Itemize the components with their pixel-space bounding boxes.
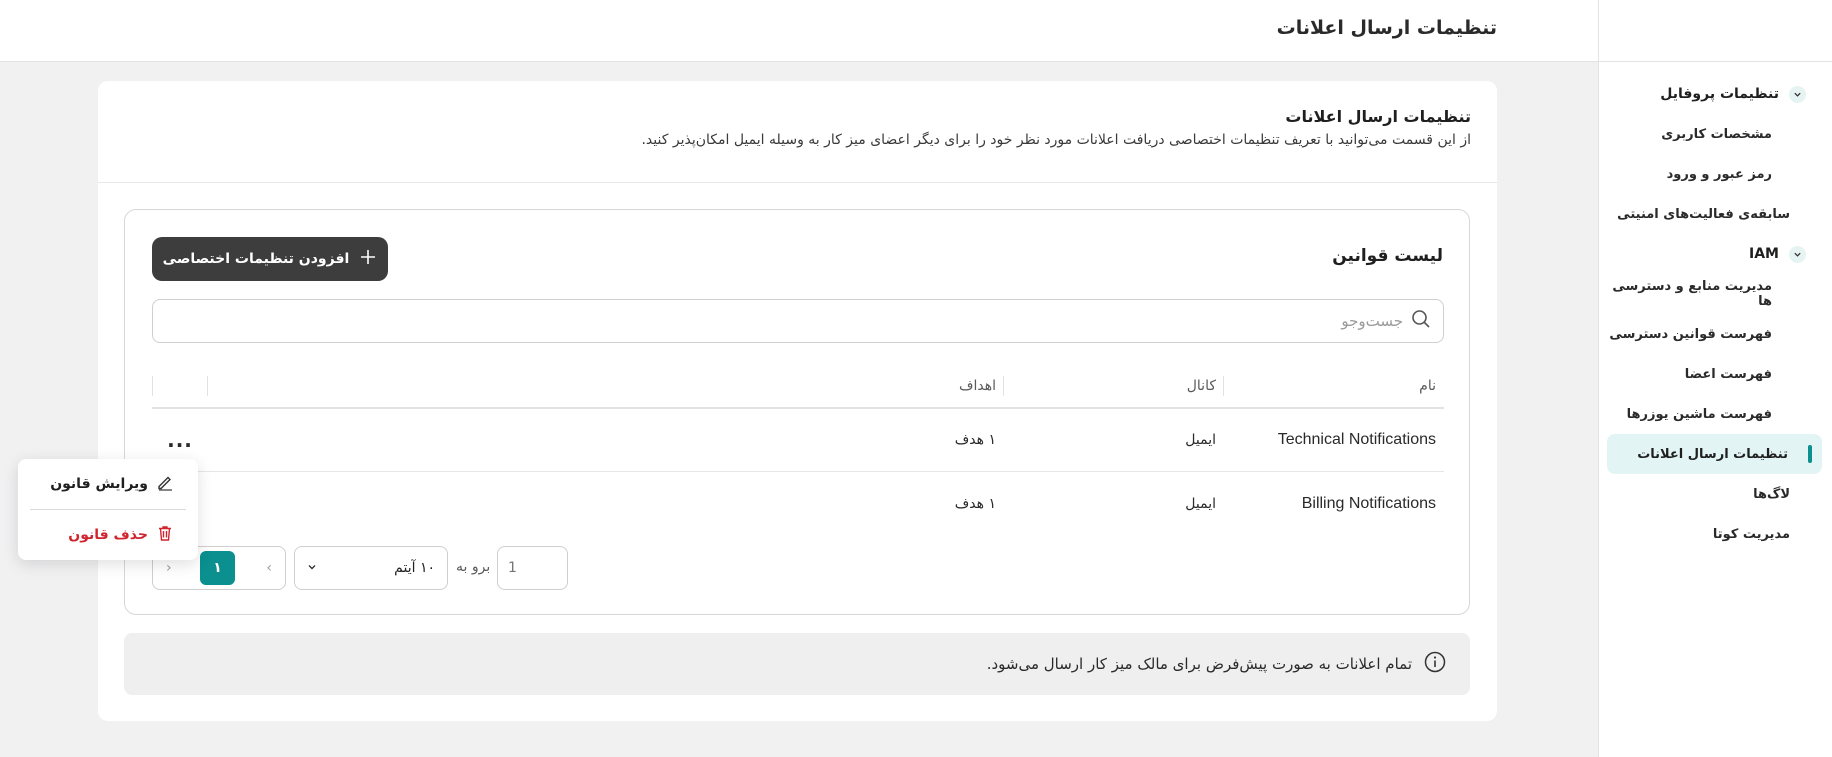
info-icon: [1424, 651, 1446, 677]
sidebar-item-security-history[interactable]: سابقه‌ی فعالیت‌های امنیتی: [1599, 194, 1832, 234]
chevron-down-icon: [1789, 245, 1806, 263]
rules-list-title: لیست قوانین: [1332, 246, 1443, 266]
column-divider: [207, 376, 208, 396]
chevron-down-icon: [307, 560, 317, 576]
add-custom-setting-label: افزودن تنظیمات اختصاصی: [162, 251, 350, 267]
search-icon: [1411, 309, 1431, 333]
sidebar-group-iam[interactable]: IAM: [1599, 234, 1832, 274]
sidebar-group-label: IAM: [1749, 246, 1779, 262]
current-page-button[interactable]: ۱: [200, 551, 235, 585]
sidebar-item-user-info[interactable]: مشخصات کاربری: [1599, 114, 1832, 154]
edit-icon: [156, 473, 174, 495]
column-header-name[interactable]: نام: [1224, 378, 1444, 394]
row-context-menu: ویرایش قانون حذف قانون: [18, 459, 198, 560]
goto-page-input[interactable]: [498, 547, 567, 589]
sidebar-group-label: تنظیمات پروفایل: [1660, 86, 1779, 102]
rules-list-panel: لیست قوانین افزودن تنظیمات اختصاصی نام ک…: [124, 209, 1470, 615]
column-header-targets[interactable]: اهداف: [208, 378, 1004, 394]
more-icon[interactable]: ...: [167, 430, 193, 450]
sidebar-item-members[interactable]: فهرست اعضا: [1599, 354, 1832, 394]
column-header-channel[interactable]: کانال: [1004, 378, 1224, 394]
rule-targets: ۱ هدف: [954, 495, 996, 512]
sidebar: تنظیمات پروفایل مشخصات کاربری رمز عبور و…: [1598, 0, 1832, 757]
rule-targets: ۱ هدف: [954, 432, 996, 448]
table-row[interactable]: Billing Notifications ایمیل ۱ هدف: [152, 472, 1444, 535]
delete-rule-menu-item[interactable]: حذف قانون: [30, 510, 186, 560]
rule-name: Billing Notifications: [1301, 494, 1436, 512]
edit-rule-menu-item[interactable]: ویرایش قانون: [30, 459, 186, 509]
table-header: نام کانال اهداف: [152, 365, 1444, 409]
delete-rule-label: حذف قانون: [68, 527, 148, 543]
search-input[interactable]: [153, 300, 1403, 342]
rule-name: Technical Notifications: [1277, 431, 1436, 448]
info-text: تمام اعلانات به صورت پیش‌فرض برای مالک م…: [986, 655, 1412, 673]
rule-channel: ایمیل: [1185, 432, 1216, 448]
rules-table: نام کانال اهداف Technical Notifications …: [152, 365, 1444, 535]
pagination: › ‹ ۱ ۱۰ آیتم برو به: [152, 546, 572, 590]
sidebar-item-resources[interactable]: مدیریت منابع و دسترسی ها: [1599, 274, 1832, 314]
goto-page-label: برو به: [456, 559, 491, 575]
sidebar-item-access-rules[interactable]: فهرست قوانین دسترسی: [1599, 314, 1832, 354]
sidebar-item-quota[interactable]: مدیریت کوتا: [1599, 514, 1832, 554]
sidebar-item-password[interactable]: رمز عبور و ورود: [1599, 154, 1832, 194]
sidebar-item-logs[interactable]: لاگ‌ها: [1599, 474, 1832, 514]
top-header: تنظیمات ارسال اعلانات: [0, 0, 1598, 62]
column-divider: [1003, 376, 1004, 396]
page-size-select[interactable]: ۱۰ آیتم: [294, 546, 448, 590]
prev-page-button[interactable]: ‹: [266, 560, 272, 576]
add-custom-setting-button[interactable]: افزودن تنظیمات اختصاصی: [152, 237, 388, 281]
column-divider: [152, 376, 153, 396]
card-header: تنظیمات ارسال اعلانات از این قسمت می‌توا…: [98, 81, 1497, 183]
sidebar-header: [1599, 0, 1832, 62]
edit-rule-label: ویرایش قانون: [50, 476, 148, 492]
sidebar-item-machine-users[interactable]: فهرست ماشین یوزرها: [1599, 394, 1832, 434]
sidebar-nav: تنظیمات پروفایل مشخصات کاربری رمز عبور و…: [1599, 62, 1832, 554]
search-box: [152, 299, 1444, 343]
page-size-value: ۱۰ آیتم: [394, 560, 435, 576]
sidebar-item-notification-settings[interactable]: تنظیمات ارسال اعلانات: [1607, 434, 1822, 474]
next-page-button[interactable]: ›: [166, 560, 172, 576]
sidebar-group-profile[interactable]: تنظیمات پروفایل: [1599, 74, 1832, 114]
notification-settings-card: تنظیمات ارسال اعلانات از این قسمت می‌توا…: [98, 81, 1497, 721]
trash-icon: [156, 524, 174, 546]
info-banner: تمام اعلانات به صورت پیش‌فرض برای مالک م…: [124, 633, 1470, 695]
rule-channel: ایمیل: [1185, 495, 1216, 512]
plus-icon: [359, 248, 377, 270]
card-title: تنظیمات ارسال اعلانات: [1285, 107, 1471, 126]
goto-page-box: [497, 546, 568, 590]
chevron-down-icon: [1789, 85, 1806, 103]
table-row[interactable]: Technical Notifications ایمیل ۱ هدف ...: [152, 409, 1444, 472]
column-divider: [1223, 376, 1224, 396]
card-description: از این قسمت می‌توانید با تعریف تنظیمات ا…: [641, 132, 1471, 148]
page-title: تنظیمات ارسال اعلانات: [1276, 17, 1497, 39]
